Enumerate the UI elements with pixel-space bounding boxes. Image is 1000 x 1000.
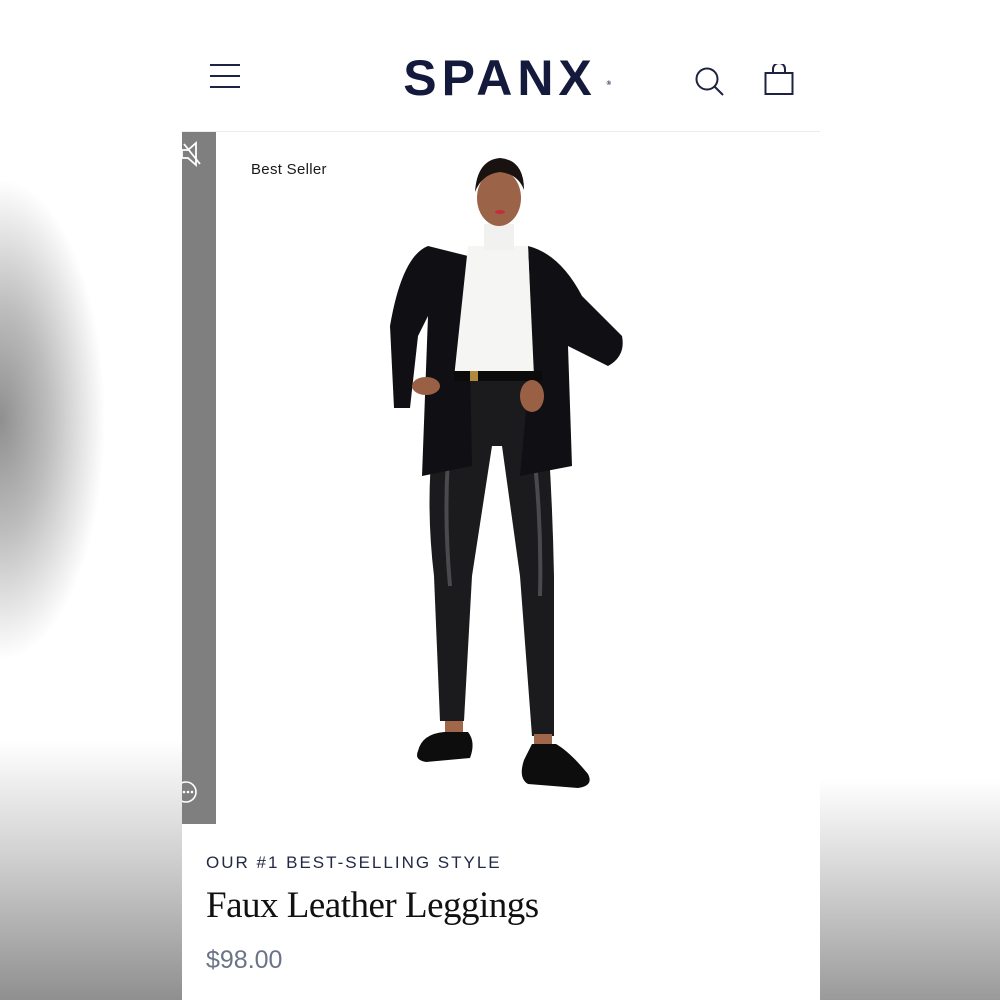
background-blur-left <box>0 0 182 1000</box>
brand-logo[interactable]: SPANX ® <box>380 48 620 108</box>
product-page: SPANX ® Best Seller OUR #1 BEST-SELLING … <box>182 0 820 1000</box>
registered-mark: ® <box>606 81 616 87</box>
brand-name: SPANX <box>403 50 597 106</box>
shopping-bag-icon[interactable] <box>764 62 794 96</box>
hamburger-menu-icon[interactable] <box>210 64 242 90</box>
product-image-gallery[interactable]: Best Seller <box>182 132 820 824</box>
product-info: OUR #1 BEST-SELLING STYLE Faux Leather L… <box>182 824 820 1000</box>
product-model-image[interactable] <box>382 146 652 816</box>
more-options-icon[interactable] <box>182 780 198 804</box>
product-eyebrow: OUR #1 BEST-SELLING STYLE <box>206 853 502 872</box>
background-blur-right <box>820 0 1000 1000</box>
search-icon[interactable] <box>694 66 726 98</box>
video-control-strip <box>182 132 216 824</box>
site-header: SPANX ® <box>182 0 820 132</box>
mute-icon[interactable] <box>182 140 202 168</box>
product-title[interactable]: Faux Leather Leggings <box>206 884 539 927</box>
product-price: $98.00 <box>206 946 283 974</box>
best-seller-badge: Best Seller <box>251 161 327 178</box>
